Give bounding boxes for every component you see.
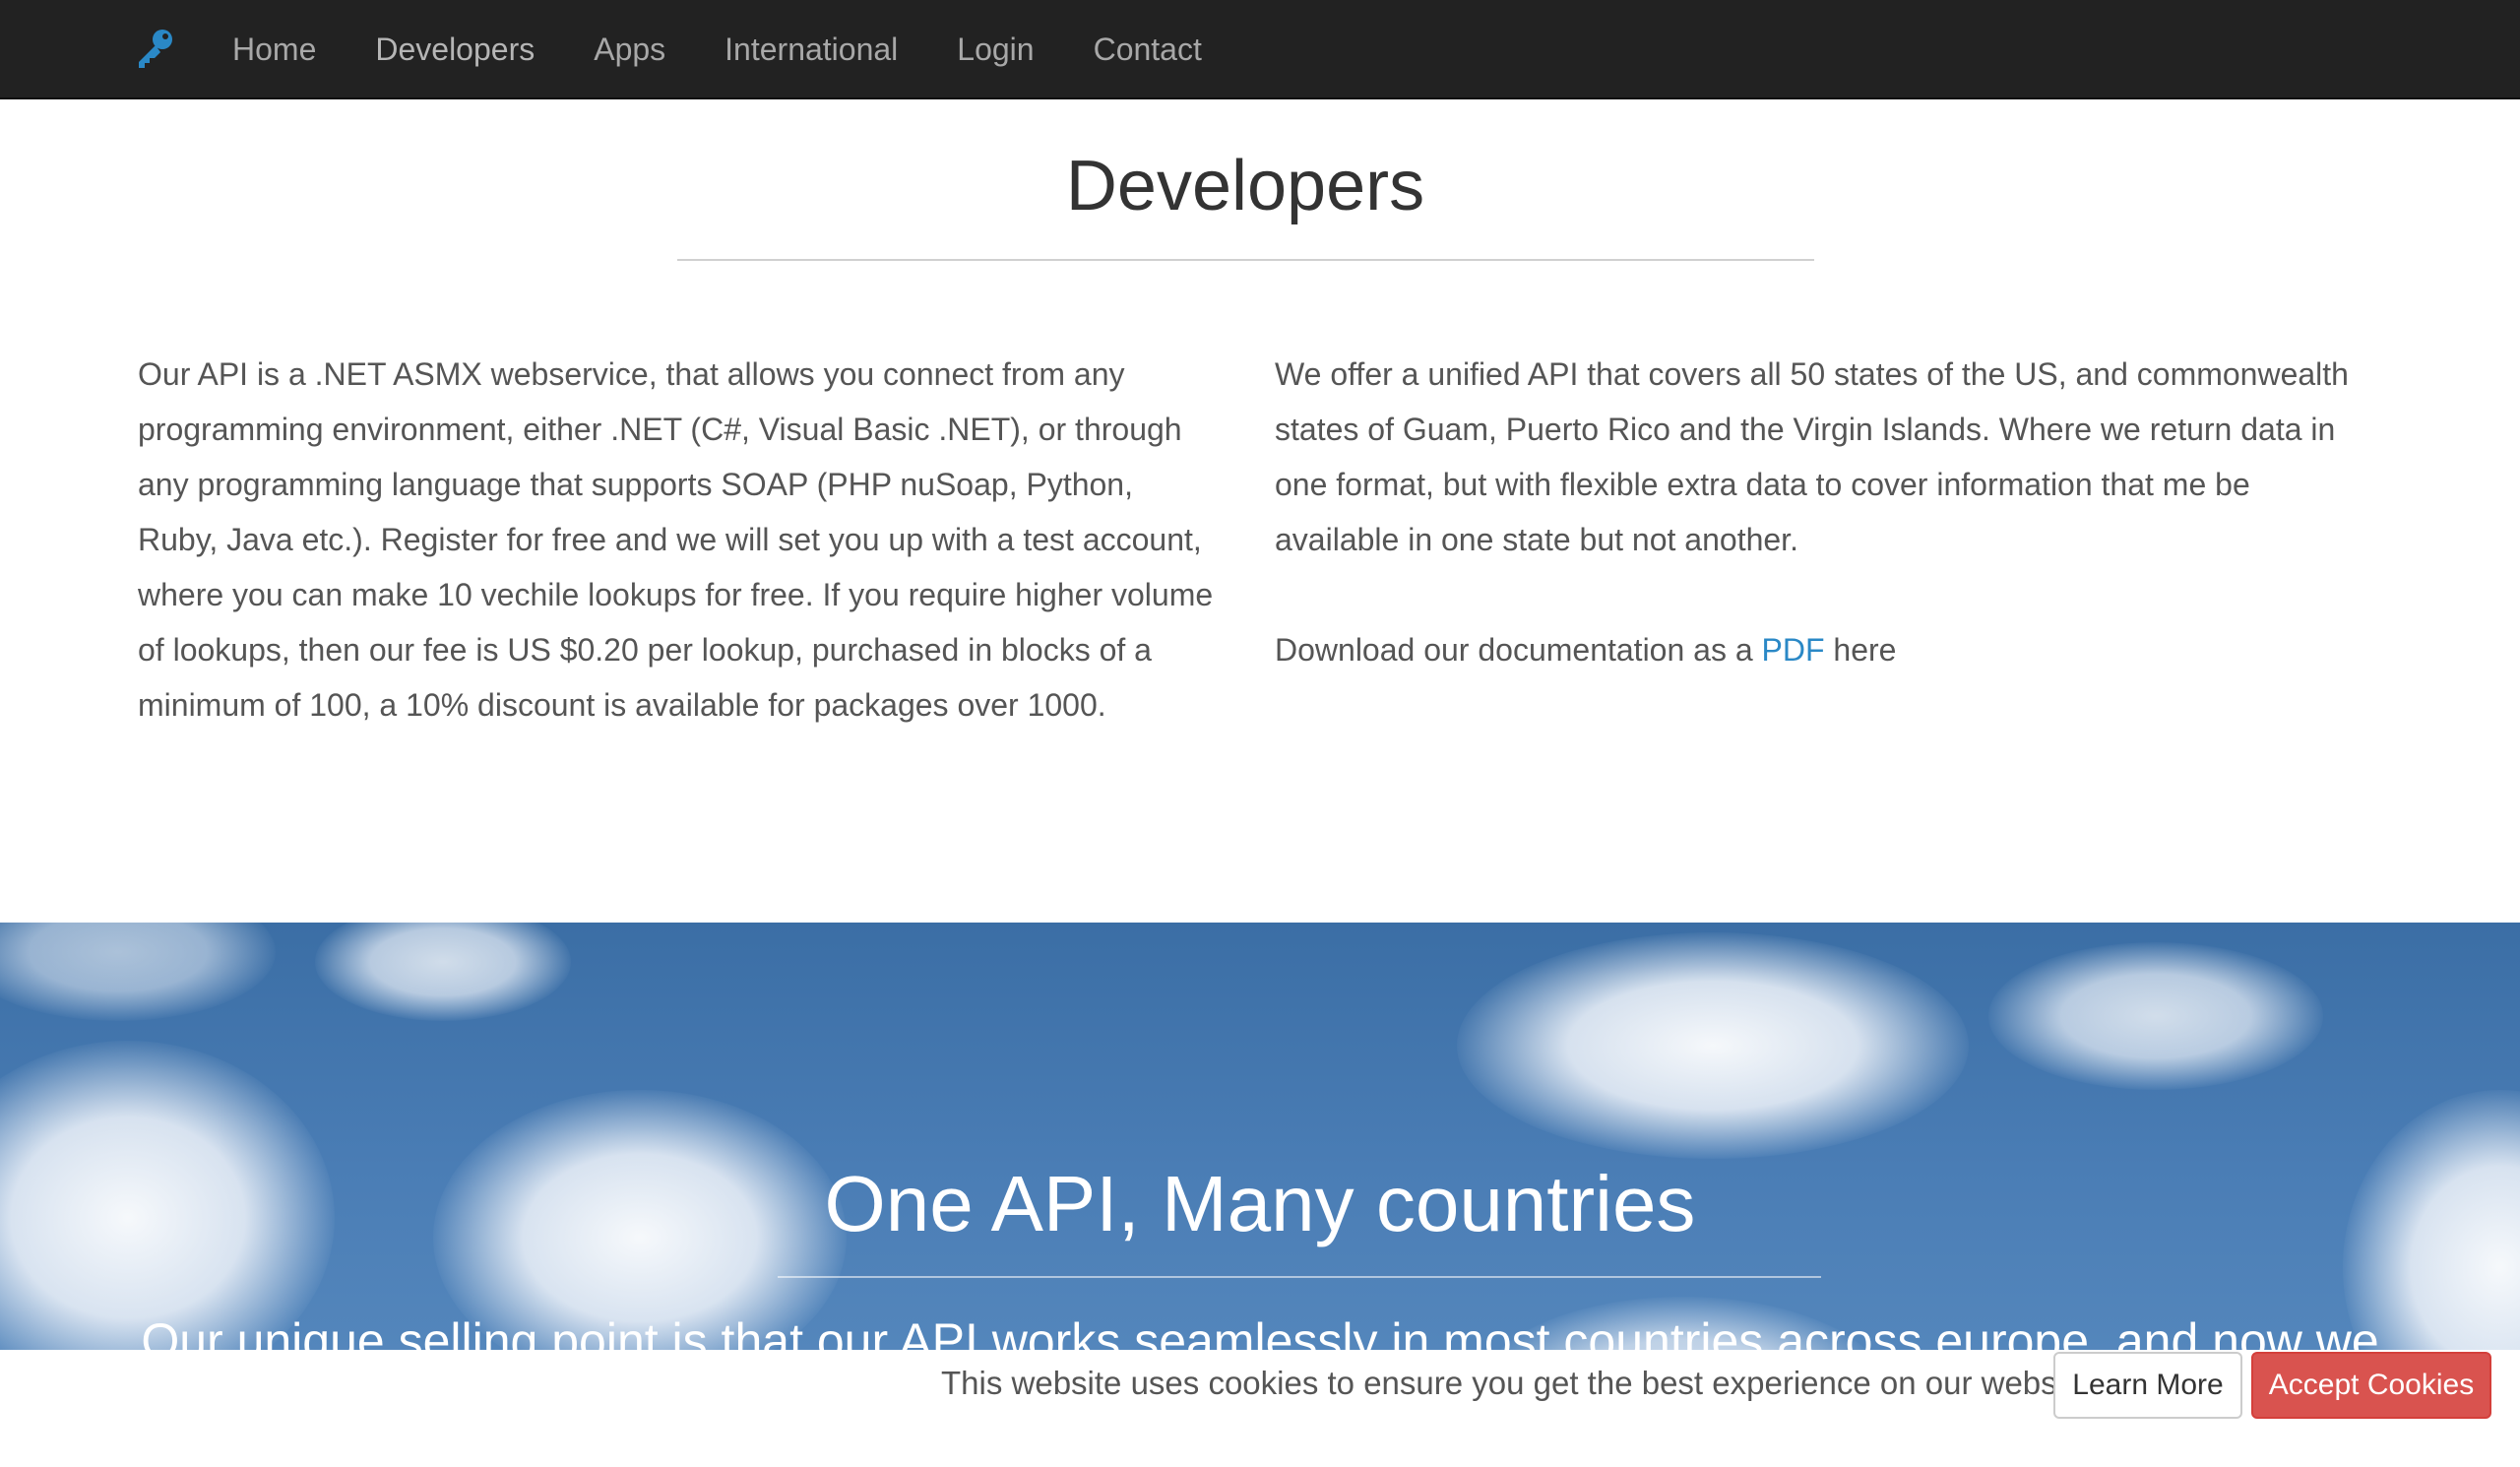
nav-apps-link[interactable]: Apps xyxy=(594,32,665,68)
developers-heading: Developers xyxy=(1065,147,1425,225)
developers-right-column: We offer a unified API that covers all 5… xyxy=(1275,347,2377,733)
nav-developers-link[interactable]: Developers xyxy=(375,32,535,68)
accept-cookies-button[interactable]: Accept Cookies xyxy=(2251,1352,2491,1419)
developers-left-column: Our API is a .NET ASMX webservice, that … xyxy=(138,347,1221,788)
top-navbar: Home Developers Apps International Login… xyxy=(0,0,2520,99)
cloud-shape xyxy=(315,923,571,1021)
international-heading: One API, Many countries xyxy=(824,1160,1696,1247)
main-nav: Home Developers Apps International Login… xyxy=(232,0,1261,99)
download-docs-text: Download our documentation as a PDF here xyxy=(1275,622,2377,677)
coverage-description-text: We offer a unified API that covers all 5… xyxy=(1275,356,2349,557)
heading-divider xyxy=(677,259,1814,261)
cloud-shape xyxy=(0,923,276,1021)
nav-login-link[interactable]: Login xyxy=(957,32,1034,68)
cloud-shape xyxy=(1988,942,2323,1090)
key-icon[interactable] xyxy=(133,26,178,71)
pdf-download-link[interactable]: PDF xyxy=(1762,632,1825,668)
nav-home-link[interactable]: Home xyxy=(232,32,316,68)
learn-more-button[interactable]: Learn More xyxy=(2053,1352,2242,1419)
international-divider xyxy=(778,1276,1821,1278)
download-suffix: here xyxy=(1824,632,1897,668)
cloud-shape xyxy=(1457,932,1969,1159)
api-description-text: Our API is a .NET ASMX webservice, that … xyxy=(138,356,1214,723)
cookie-consent-bar: This website uses cookies to ensure you … xyxy=(0,1350,2520,1467)
nav-international-link[interactable]: International xyxy=(724,32,898,68)
download-prefix: Download our documentation as a xyxy=(1275,632,1762,668)
cookie-message: This website uses cookies to ensure you … xyxy=(941,1365,2101,1401)
nav-contact-link[interactable]: Contact xyxy=(1094,32,1202,68)
